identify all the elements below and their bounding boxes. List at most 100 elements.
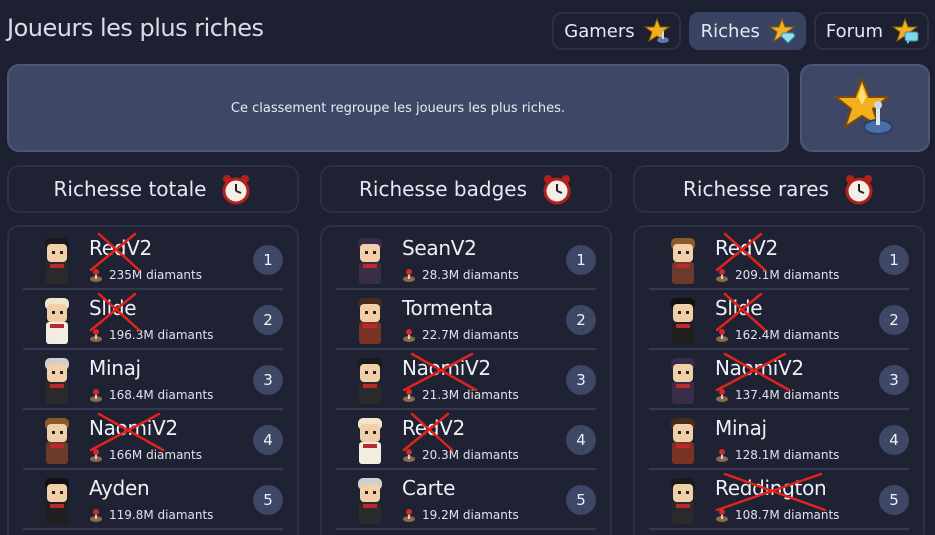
column-header-badges: Richesse badges <box>320 165 612 213</box>
rank-badge: 4 <box>566 425 596 455</box>
player-wealth: 235M diamants <box>89 268 202 282</box>
avatar <box>358 358 382 404</box>
player-name[interactable]: Minaj <box>89 356 141 380</box>
rank-badge: 3 <box>253 365 283 395</box>
tab-bar: Gamers Riches Forum <box>552 12 929 50</box>
wealth-amount: 128.1M diamants <box>735 448 840 462</box>
leaderboard-row[interactable]: Slide 162.4M diamants 2 <box>649 290 909 350</box>
player-wealth: 21.3M diamants <box>402 388 519 402</box>
wealth-amount: 168.4M diamants <box>109 388 214 402</box>
tab-riches[interactable]: Riches <box>688 12 806 50</box>
wealth-amount: 20.3M diamants <box>422 448 519 462</box>
wealth-amount: 28.3M diamants <box>422 268 519 282</box>
player-name[interactable]: NaomiV2 <box>715 356 804 380</box>
player-name[interactable]: Carte <box>402 476 455 500</box>
leaderboard-badges: SeanV2 28.3M diamants 1 Tormenta 22.7M d… <box>320 225 612 535</box>
player-name[interactable]: Slide <box>89 296 137 320</box>
rank-badge: 1 <box>253 245 283 275</box>
rank-badge: 4 <box>879 425 909 455</box>
player-name[interactable]: SeanV2 <box>402 236 477 260</box>
leaderboard-row[interactable]: RedV2 209.1M diamants 1 <box>649 230 909 290</box>
player-name[interactable]: Slide <box>715 296 763 320</box>
info-star-badge <box>800 64 930 152</box>
player-name[interactable]: NaomiV2 <box>89 416 178 440</box>
avatar <box>45 478 69 524</box>
tab-gamers[interactable]: Gamers <box>552 12 681 50</box>
joystick-icon <box>403 449 415 462</box>
player-wealth: 162.4M diamants <box>715 328 839 342</box>
player-wealth: 22.7M diamants <box>402 328 519 342</box>
player-name[interactable]: RedV2 <box>89 236 152 260</box>
leaderboard-row[interactable]: NaomiV2 21.3M diamants 3 <box>336 350 596 410</box>
joystick-icon <box>716 329 728 342</box>
tab-label: Riches <box>700 20 760 42</box>
column-title: Richesse badges <box>359 177 527 201</box>
avatar <box>671 418 695 464</box>
alarm-clock-icon <box>845 175 873 205</box>
wealth-amount: 19.2M diamants <box>422 508 519 522</box>
leaderboard-row[interactable]: Reddington 108.7M diamants 5 <box>649 470 909 530</box>
rank-badge: 3 <box>879 365 909 395</box>
rank-badge: 2 <box>253 305 283 335</box>
joystick-icon <box>90 509 102 522</box>
tab-label: Forum <box>825 20 883 42</box>
leaderboard-row[interactable]: NaomiV2 166M diamants 4 <box>23 410 283 470</box>
rank-badge: 4 <box>253 425 283 455</box>
leaderboard-row[interactable]: Carte 19.2M diamants 5 <box>336 470 596 530</box>
joystick-icon <box>90 389 102 402</box>
wealth-amount: 21.3M diamants <box>422 388 519 402</box>
wealth-amount: 162.4M diamants <box>735 328 840 342</box>
leaderboard-row[interactable]: Slide 196.3M diamants 2 <box>23 290 283 350</box>
player-wealth: 168.4M diamants <box>89 388 213 402</box>
leaderboard-row[interactable]: Tormenta 22.7M diamants 2 <box>336 290 596 350</box>
avatar <box>45 358 69 404</box>
leaderboard-row[interactable]: RedV2 20.3M diamants 4 <box>336 410 596 470</box>
joystick-icon <box>403 329 415 342</box>
player-name[interactable]: RedV2 <box>402 416 465 440</box>
column-header-rares: Richesse rares <box>633 165 925 213</box>
alarm-clock-icon <box>222 175 250 205</box>
joystick-icon <box>716 449 728 462</box>
player-wealth: 20.3M diamants <box>402 448 519 462</box>
player-name[interactable]: Reddington <box>715 476 827 500</box>
wealth-amount: 22.7M diamants <box>422 328 519 342</box>
player-wealth: 209.1M diamants <box>715 268 839 282</box>
avatar <box>358 418 382 464</box>
player-name[interactable]: NaomiV2 <box>402 356 491 380</box>
player-wealth: 137.4M diamants <box>715 388 839 402</box>
leaderboard-row[interactable]: RedV2 235M diamants 1 <box>23 230 283 290</box>
player-name[interactable]: Ayden <box>89 476 150 500</box>
wealth-amount: 235M diamants <box>109 268 202 282</box>
rank-badge: 1 <box>879 245 909 275</box>
joystick-icon <box>403 389 415 402</box>
wealth-amount: 196.3M diamants <box>109 328 214 342</box>
rank-badge: 5 <box>879 485 909 515</box>
star-joystick-icon <box>643 17 671 43</box>
player-wealth: 128.1M diamants <box>715 448 839 462</box>
leaderboard-row[interactable]: Minaj 128.1M diamants 4 <box>649 410 909 470</box>
wealth-amount: 209.1M diamants <box>735 268 840 282</box>
joystick-icon <box>716 389 728 402</box>
player-name[interactable]: Minaj <box>715 416 767 440</box>
rank-badge: 2 <box>566 305 596 335</box>
avatar <box>358 298 382 344</box>
column-title: Richesse rares <box>683 177 829 201</box>
rank-badge: 5 <box>566 485 596 515</box>
avatar <box>671 238 695 284</box>
wealth-amount: 137.4M diamants <box>735 388 840 402</box>
star-chat-icon <box>891 17 919 44</box>
leaderboard-row[interactable]: Minaj 168.4M diamants 3 <box>23 350 283 410</box>
wealth-amount: 119.8M diamants <box>109 508 214 522</box>
leaderboard-row[interactable]: NaomiV2 137.4M diamants 3 <box>649 350 909 410</box>
page-title: Joueurs les plus riches <box>7 14 264 42</box>
avatar <box>45 298 69 344</box>
leaderboard-row[interactable]: SeanV2 28.3M diamants 1 <box>336 230 596 290</box>
player-name[interactable]: RedV2 <box>715 236 778 260</box>
rank-badge: 5 <box>253 485 283 515</box>
star-diamond-icon <box>768 17 796 44</box>
player-name[interactable]: Tormenta <box>402 296 493 320</box>
leaderboard-row[interactable]: Ayden 119.8M diamants 5 <box>23 470 283 530</box>
player-wealth: 119.8M diamants <box>89 508 213 522</box>
column-title: Richesse totale <box>53 177 207 201</box>
tab-forum[interactable]: Forum <box>813 12 929 50</box>
